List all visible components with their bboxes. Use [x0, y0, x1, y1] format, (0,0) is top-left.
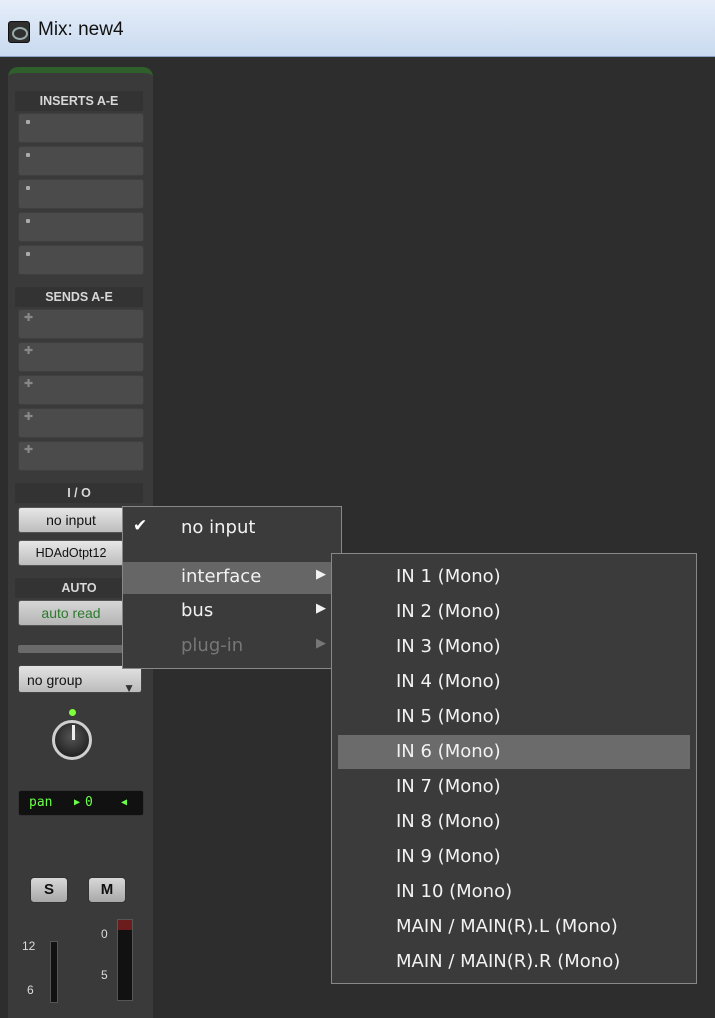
- pan-value: 0: [85, 795, 93, 810]
- menu-item-bus[interactable]: bus ▶: [123, 596, 341, 628]
- menu-item-in-7[interactable]: IN 7 (Mono): [338, 770, 690, 804]
- menu-item-label: bus: [181, 600, 214, 621]
- menu-item-label: no input: [181, 517, 256, 538]
- menu-item-main-left[interactable]: MAIN / MAIN(R).L (Mono): [338, 910, 690, 944]
- pan-knob-indicator: [72, 725, 75, 740]
- menu-item-in-3[interactable]: IN 3 (Mono): [338, 630, 690, 664]
- menu-item-label: IN 7 (Mono): [396, 776, 501, 797]
- send-slot-a[interactable]: ✚: [18, 309, 144, 339]
- pan-left-arrow-icon: ◀: [121, 797, 128, 808]
- input-selector-button[interactable]: no input: [18, 507, 124, 533]
- insert-slot-icon: [26, 186, 30, 190]
- insert-slot-icon: [26, 252, 30, 256]
- send-slot-c[interactable]: ✚: [18, 375, 144, 405]
- menu-item-in-10[interactable]: IN 10 (Mono): [338, 875, 690, 909]
- input-menu: ✔ no input interface ▶ bus ▶ plug-in ▶: [122, 506, 342, 669]
- submenu-arrow-icon: ▶: [316, 601, 326, 616]
- menu-item-label: IN 5 (Mono): [396, 706, 501, 727]
- clip-indicator: [118, 920, 132, 930]
- menu-item-no-input[interactable]: ✔ no input: [123, 513, 341, 545]
- level-meter-left: [50, 941, 58, 1003]
- submenu-arrow-icon: ▶: [316, 636, 326, 651]
- send-slot-d[interactable]: ✚: [18, 408, 144, 438]
- pan-display[interactable]: pan ▶ 0 ◀: [18, 790, 144, 816]
- menu-item-label: IN 3 (Mono): [396, 636, 501, 657]
- menu-item-in-1[interactable]: IN 1 (Mono): [338, 560, 690, 594]
- automation-mode-button[interactable]: auto read: [18, 600, 124, 626]
- menu-item-interface[interactable]: interface ▶: [123, 562, 341, 594]
- solo-button[interactable]: S: [30, 877, 68, 903]
- menu-item-label: IN 10 (Mono): [396, 881, 513, 902]
- window-titlebar: Mix: new4: [0, 0, 715, 57]
- menu-item-in-8[interactable]: IN 8 (Mono): [338, 805, 690, 839]
- insert-slot-e[interactable]: [18, 245, 144, 275]
- menu-item-in-5[interactable]: IN 5 (Mono): [338, 700, 690, 734]
- menu-item-label: plug-in: [181, 635, 244, 656]
- meter-scale-label: 12: [22, 939, 36, 953]
- pan-knob[interactable]: [52, 720, 92, 760]
- menu-item-main-right[interactable]: MAIN / MAIN(R).R (Mono): [338, 945, 690, 979]
- insert-slot-icon: [26, 153, 30, 157]
- group-selector-button[interactable]: no group ▼: [18, 665, 142, 695]
- chevron-down-icon: ▼: [123, 681, 135, 695]
- menu-item-label: MAIN / MAIN(R).R (Mono): [396, 951, 621, 972]
- menu-item-in-2[interactable]: IN 2 (Mono): [338, 595, 690, 629]
- pro-tools-app-icon[interactable]: [8, 21, 30, 43]
- send-slot-icon: ✚: [24, 377, 34, 390]
- menu-item-label: IN 2 (Mono): [396, 601, 501, 622]
- mute-button[interactable]: M: [88, 877, 126, 903]
- send-slot-icon: ✚: [24, 311, 34, 324]
- menu-item-label: MAIN / MAIN(R).L (Mono): [396, 916, 618, 937]
- pan-label: pan: [29, 795, 53, 810]
- menu-item-label: IN 1 (Mono): [396, 566, 501, 587]
- meter-scale-label: 6: [27, 983, 34, 997]
- interface-submenu: IN 1 (Mono) IN 2 (Mono) IN 3 (Mono) IN 4…: [331, 553, 697, 984]
- send-slot-icon: ✚: [24, 443, 34, 456]
- window-title: Mix: new4: [38, 19, 124, 40]
- send-slot-icon: ✚: [24, 410, 34, 423]
- insert-slot-icon: [26, 120, 30, 124]
- menu-item-in-6[interactable]: IN 6 (Mono): [338, 735, 690, 769]
- insert-slot-b[interactable]: [18, 146, 144, 176]
- menu-item-label: IN 8 (Mono): [396, 811, 501, 832]
- menu-item-label: interface: [181, 566, 262, 587]
- meter-scale-label: 5: [101, 968, 108, 982]
- group-value: no group: [27, 672, 83, 688]
- menu-item-in-9[interactable]: IN 9 (Mono): [338, 840, 690, 874]
- menu-item-plug-in: plug-in ▶: [123, 631, 341, 663]
- insert-slot-icon: [26, 219, 30, 223]
- menu-item-label: IN 6 (Mono): [396, 741, 501, 762]
- checkmark-icon: ✔: [133, 516, 148, 536]
- insert-slot-a[interactable]: [18, 113, 144, 143]
- send-slot-b[interactable]: ✚: [18, 342, 144, 372]
- volume-fader[interactable]: [117, 919, 133, 1001]
- send-slot-e[interactable]: ✚: [18, 441, 144, 471]
- meter-scale-label: 0: [101, 927, 108, 941]
- pan-right-arrow-icon: ▶: [74, 797, 81, 808]
- send-slot-icon: ✚: [24, 344, 34, 357]
- insert-slot-d[interactable]: [18, 212, 144, 242]
- output-selector-button[interactable]: HDAdOtpt12: [18, 540, 124, 566]
- inserts-label: INSERTS A-E: [15, 91, 143, 111]
- menu-item-label: IN 4 (Mono): [396, 671, 501, 692]
- submenu-arrow-icon: ▶: [316, 567, 326, 582]
- menu-item-in-4[interactable]: IN 4 (Mono): [338, 665, 690, 699]
- sends-label: SENDS A-E: [15, 287, 143, 307]
- pan-indicator-led: [69, 709, 76, 716]
- insert-slot-c[interactable]: [18, 179, 144, 209]
- io-label: I / O: [15, 483, 143, 503]
- menu-item-label: IN 9 (Mono): [396, 846, 501, 867]
